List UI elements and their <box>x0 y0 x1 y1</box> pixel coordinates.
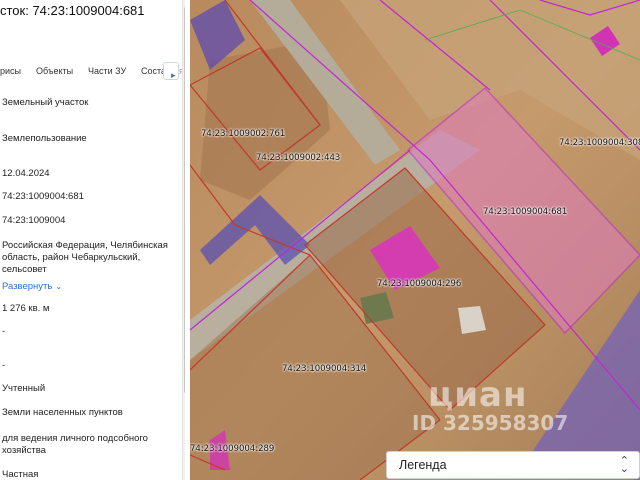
chevron-down-icon: ⌄ <box>55 282 63 291</box>
parcel-label-289[interactable]: 74:23:1009004:289 <box>190 444 274 454</box>
registration-date: 12.04.2024 <box>2 168 50 179</box>
tab-boundaries[interactable]: рисы <box>0 66 21 76</box>
tab-bar: рисы Объекты Части ЗУ Соста ▸ я <box>0 62 185 80</box>
area-value: 1 276 кв. м <box>2 303 50 314</box>
parcel-label-314[interactable]: 74:23:1009004:314 <box>282 364 366 374</box>
expand-address-link[interactable]: Развернуть ⌄ <box>2 281 62 292</box>
object-kind: Землепользование <box>2 133 87 144</box>
parcel-label-443[interactable]: 74:23:1009002:443 <box>256 153 340 163</box>
satellite-map <box>190 0 640 480</box>
cadastral-number: 74:23:1009004:681 <box>2 191 84 202</box>
address: Российская Федерация, Челябинская област… <box>2 240 168 275</box>
parcel-label-296[interactable]: 74:23:1009004:296 <box>377 279 461 289</box>
parcel-label-308[interactable]: 74:23:1009004:308 <box>559 138 640 148</box>
status-value: Учтенный <box>2 383 46 394</box>
ownership-type: Частная <box>2 469 39 480</box>
parcel-label-681[interactable]: 74:23:1009004:681 <box>483 207 567 217</box>
legend-select-label: Легенда <box>399 458 447 472</box>
chevron-right-icon: ▸ <box>171 70 176 80</box>
chevron-up-down-icon: ⌃ ⌄ <box>619 455 629 475</box>
empty-value-1: - <box>2 326 6 337</box>
empty-value-2: - <box>2 360 6 371</box>
map-view[interactable]: 74:23:1009002:761 74:23:1009002:443 74:2… <box>190 0 640 480</box>
watermark-brand: циан <box>428 375 528 415</box>
tab-objects[interactable]: Объекты <box>36 66 73 76</box>
land-category: Земли населенных пунктов <box>2 407 123 418</box>
expand-link-label: Развернуть <box>2 281 53 292</box>
parcel-label-761[interactable]: 74:23:1009002:761 <box>201 129 285 139</box>
scrollbar-thumb[interactable] <box>184 6 185 394</box>
tab-scroll-right-button[interactable]: ▸ <box>163 62 179 80</box>
legend-select[interactable]: Легенда ⌃ ⌄ <box>386 451 640 479</box>
panel-scrollbar[interactable] <box>182 0 185 480</box>
permitted-use: для ведения личного подсобного хозяйства <box>2 433 148 456</box>
cadastral-quarter: 74:23:1009004 <box>2 215 66 226</box>
watermark-listing-id: ID 325958307 <box>412 411 569 435</box>
info-panel: сток: 74:23:1009004:681 рисы Объекты Час… <box>0 0 185 480</box>
panel-title: сток: 74:23:1009004:681 <box>0 3 145 18</box>
object-type: Земельный участок <box>2 97 89 108</box>
tab-parts[interactable]: Части ЗУ <box>88 66 126 76</box>
